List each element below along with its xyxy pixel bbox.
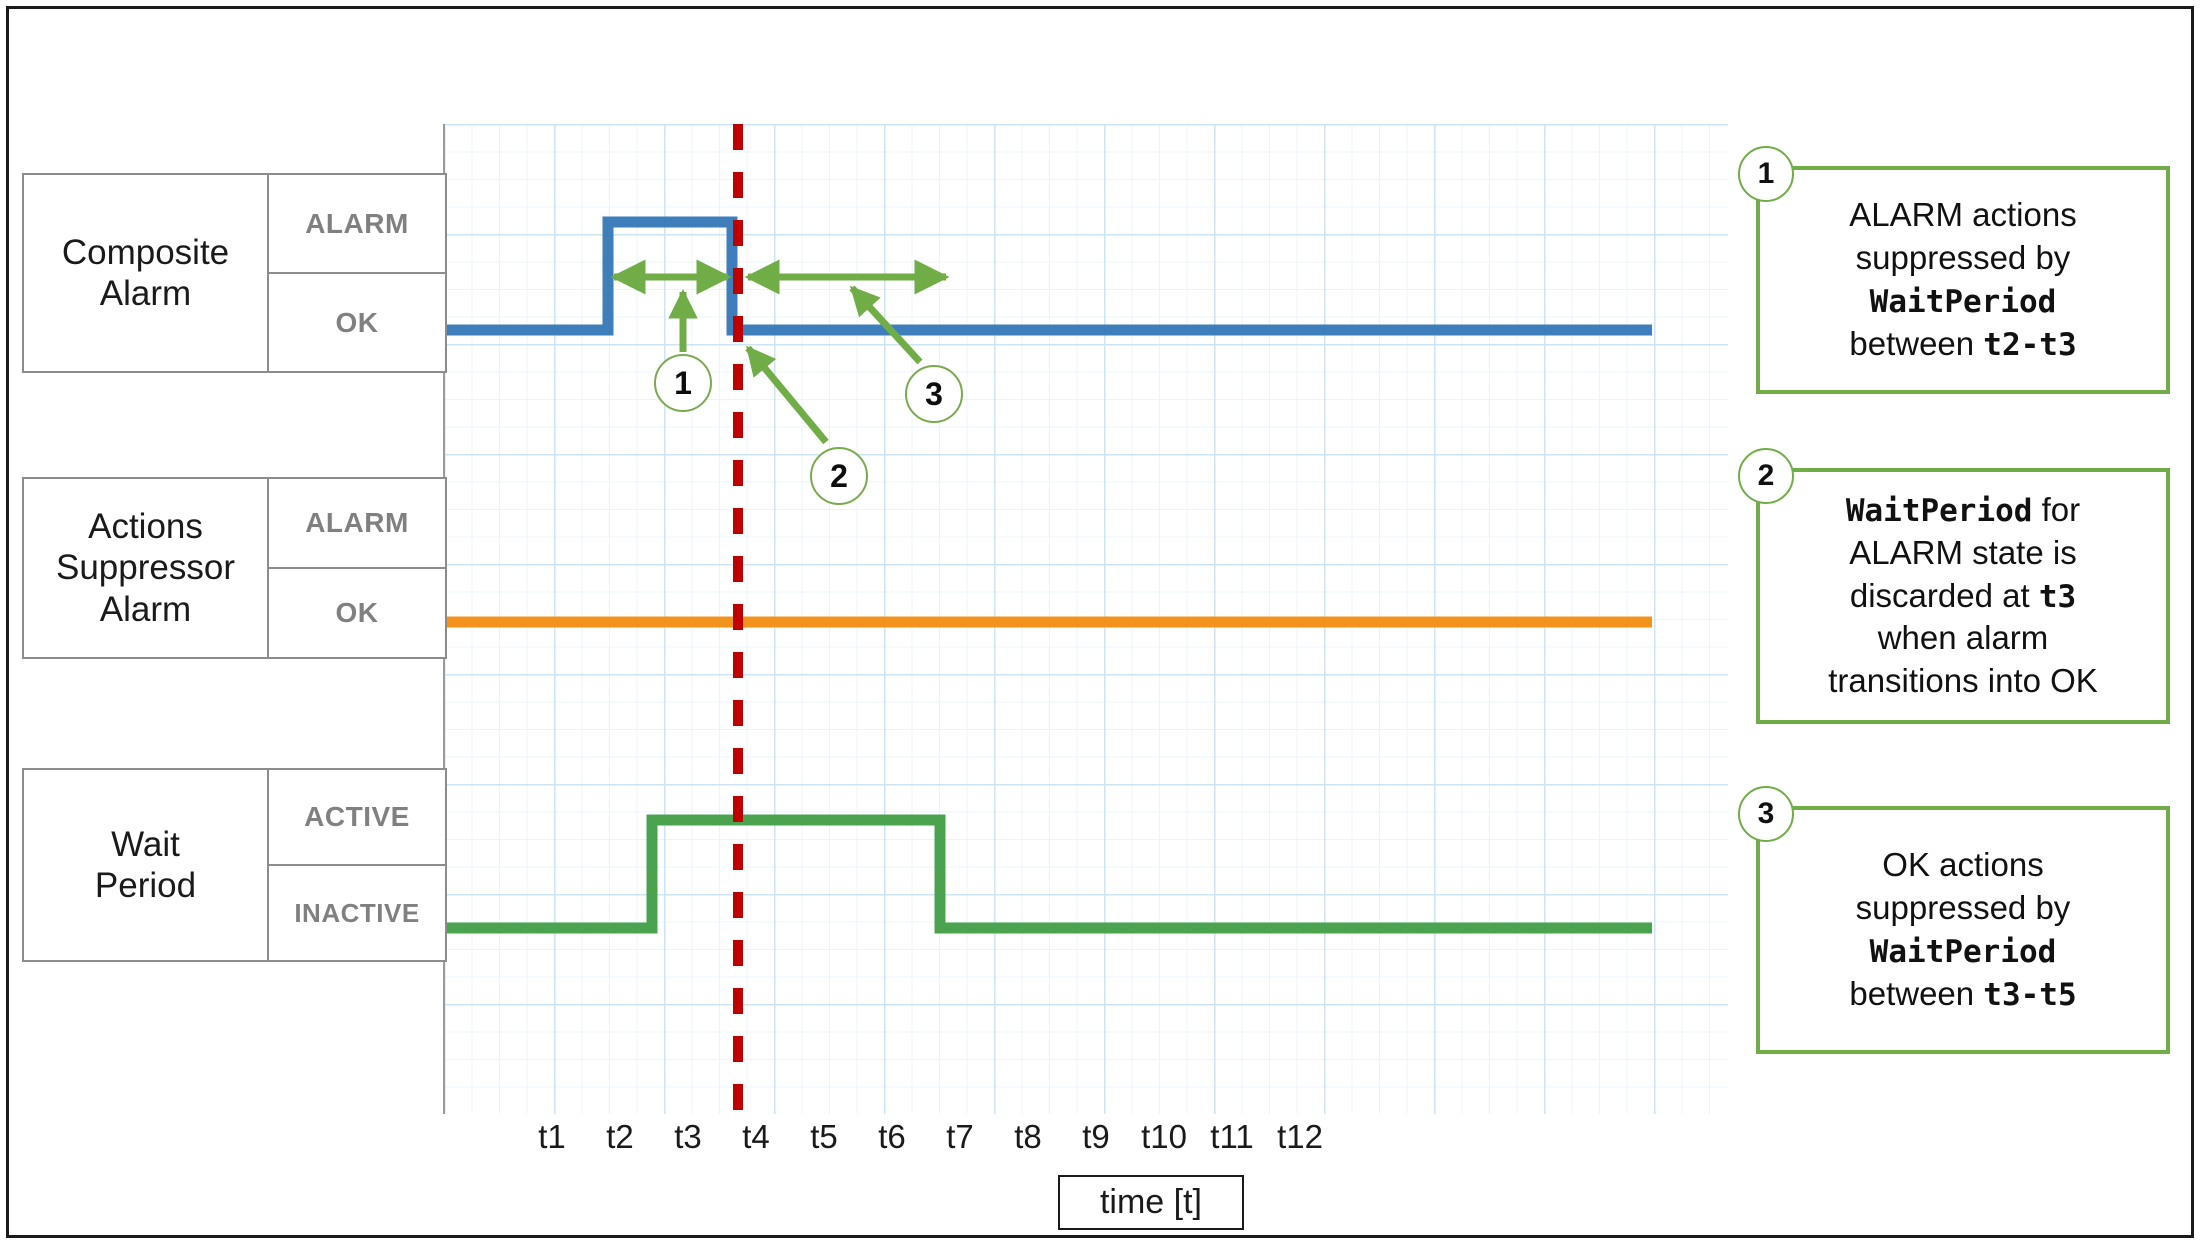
lane-states-wait-period: ACTIVE INACTIVE bbox=[267, 770, 445, 960]
callout-2-line-3-pre: discarded at bbox=[1849, 576, 2039, 614]
callout-1-mono-range: t2-t3 bbox=[1983, 326, 2077, 363]
callout-badge-3[interactable]: 3 bbox=[1738, 786, 1794, 842]
annotation-marker-1[interactable]: 1 bbox=[654, 354, 712, 412]
lane-label-actions-suppressor-alarm: Actions Suppressor Alarm ALARM OK bbox=[22, 477, 447, 659]
callout-2-line-5: transitions into OK bbox=[1828, 662, 2098, 700]
lane-state-high-composite-alarm: ALARM bbox=[269, 175, 445, 274]
lane-state-low-composite-alarm: OK bbox=[335, 306, 379, 338]
lane-name-line-2: Suppressor bbox=[56, 548, 235, 588]
callout-text-3: OK actions suppressed by WaitPeriod betw… bbox=[1849, 844, 2076, 1016]
callout-badge-2[interactable]: 2 bbox=[1738, 448, 1794, 504]
callout-card-1[interactable]: ALARM actions suppressed by WaitPeriod b… bbox=[1756, 166, 2170, 394]
x-tick-t2: t2 bbox=[606, 1118, 634, 1155]
chart-x-axis-ticks: t1 t2 t3 t4 t5 t6 t7 t8 t9 t10 t11 t12 bbox=[444, 1118, 1728, 1168]
callout-text-1: ALARM actions suppressed by WaitPeriod b… bbox=[1849, 194, 2076, 366]
x-tick-t4: t4 bbox=[742, 1118, 770, 1155]
callout-3-line-3-pre: between bbox=[1849, 974, 1984, 1012]
callout-1-line-3-pre: between bbox=[1849, 324, 1984, 362]
callout-2-line-4: when alarm bbox=[1877, 619, 2049, 657]
chart-plot-area bbox=[444, 124, 1728, 1114]
x-tick-t3: t3 bbox=[674, 1118, 702, 1155]
callout-3-mono-waitperiod: WaitPeriod bbox=[1869, 934, 2057, 970]
lane-name-line-1: Actions bbox=[88, 507, 203, 547]
x-tick-t1: t1 bbox=[538, 1118, 566, 1155]
x-tick-t5: t5 bbox=[810, 1118, 838, 1155]
annotation-marker-3[interactable]: 3 bbox=[905, 365, 963, 423]
callout-badge-1[interactable]: 1 bbox=[1738, 146, 1794, 202]
lane-label-wait-period: Wait Period ACTIVE INACTIVE bbox=[22, 768, 447, 962]
x-tick-t10: t10 bbox=[1141, 1118, 1187, 1155]
lane-state-high-wait-period: ACTIVE bbox=[269, 770, 445, 866]
lane-name-wait-period: Wait Period bbox=[24, 770, 267, 960]
diagram-root: 1 2 3 Composite Alarm ALARM OK Actions S… bbox=[0, 0, 2200, 1244]
callout-2-line-2: ALARM state is bbox=[1849, 533, 2077, 571]
callout-3-line-1: OK actions bbox=[1882, 846, 2044, 884]
x-tick-t8: t8 bbox=[1014, 1118, 1042, 1155]
annotation-marker-2[interactable]: 2 bbox=[810, 447, 868, 505]
callout-text-2: WaitPeriod for ALARM state is discarded … bbox=[1828, 489, 2098, 703]
callout-1-line-2: suppressed by bbox=[1855, 239, 2071, 277]
lane-state-low-wait-period: INACTIVE bbox=[294, 897, 420, 928]
callout-3-line-2: suppressed by bbox=[1855, 889, 2071, 927]
callout-1-mono-waitperiod: WaitPeriod bbox=[1869, 284, 2057, 320]
callout-3-mono-range: t3-t5 bbox=[1983, 976, 2077, 1013]
lane-label-composite-alarm: Composite Alarm ALARM OK bbox=[22, 173, 447, 373]
callout-1-line-1: ALARM actions bbox=[1849, 196, 2077, 234]
lane-name-line-2: Alarm bbox=[99, 274, 192, 313]
lane-states-actions-suppressor-alarm: ALARM OK bbox=[267, 479, 445, 657]
lane-states-composite-alarm: ALARM OK bbox=[267, 175, 445, 371]
x-tick-t11: t11 bbox=[1210, 1118, 1254, 1155]
lane-name-line-1: Composite bbox=[61, 232, 230, 272]
lane-name-actions-suppressor-alarm: Actions Suppressor Alarm bbox=[24, 479, 267, 657]
lane-name-line-3: Alarm bbox=[99, 589, 192, 629]
lane-name-line-2: Period bbox=[94, 866, 197, 905]
callout-card-2[interactable]: WaitPeriod for ALARM state is discarded … bbox=[1756, 468, 2170, 724]
x-tick-t7: t7 bbox=[946, 1118, 974, 1155]
lane-name-composite-alarm: Composite Alarm bbox=[24, 175, 267, 371]
callout-2-mono-t3: t3 bbox=[2038, 578, 2077, 615]
x-tick-t12: t12 bbox=[1277, 1118, 1323, 1155]
x-tick-t9: t9 bbox=[1082, 1118, 1110, 1155]
x-axis-caption: time [t] bbox=[1058, 1175, 1244, 1230]
x-tick-t6: t6 bbox=[878, 1118, 906, 1155]
callout-2-mono-waitperiod: WaitPeriod bbox=[1845, 492, 2033, 529]
callout-card-3[interactable]: OK actions suppressed by WaitPeriod betw… bbox=[1756, 806, 2170, 1054]
callout-2-line-1-post: for bbox=[2032, 490, 2081, 528]
lane-state-high-actions-suppressor-alarm: ALARM bbox=[269, 479, 445, 569]
lane-state-low-actions-suppressor-alarm: OK bbox=[335, 597, 379, 628]
lane-name-line-1: Wait bbox=[111, 824, 180, 864]
